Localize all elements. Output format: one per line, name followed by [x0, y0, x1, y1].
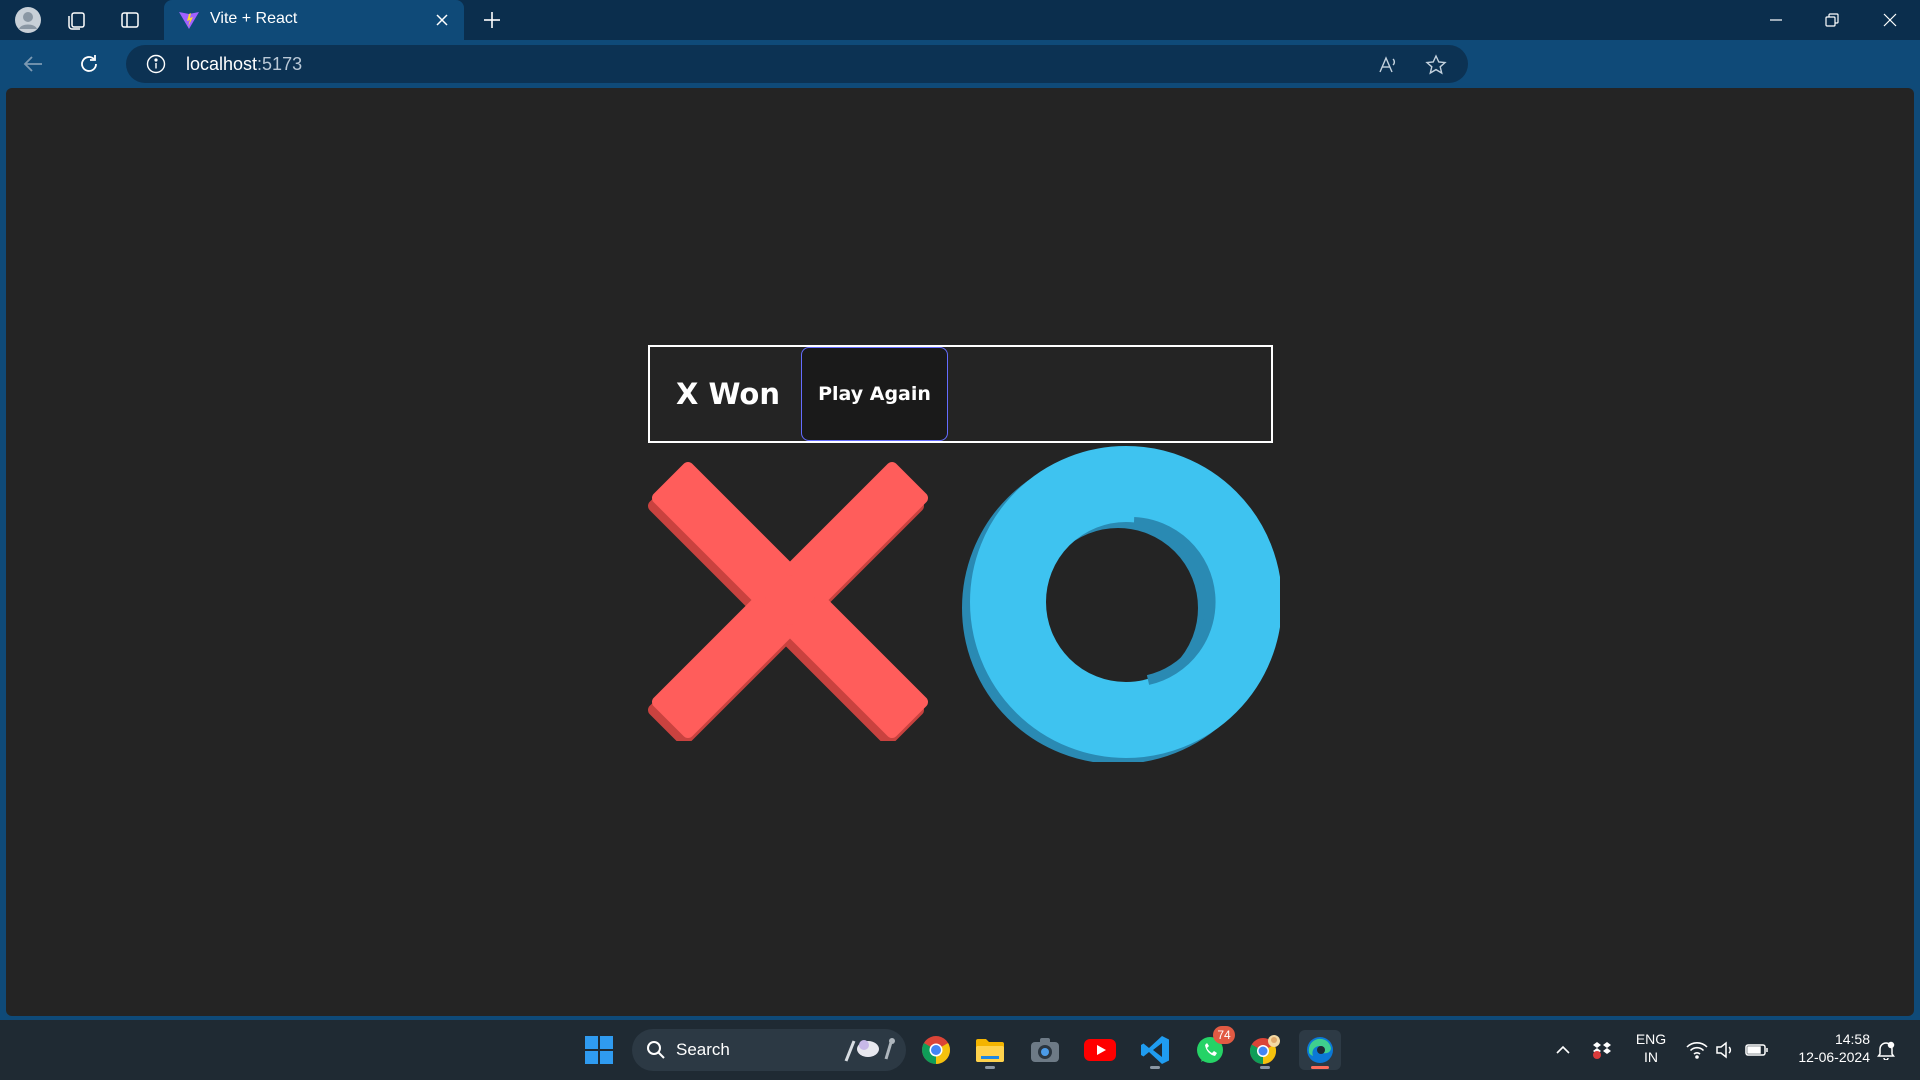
clock-time: 14:58 — [1834, 1031, 1870, 1047]
taskbar-search[interactable]: Search — [632, 1029, 906, 1071]
camera-icon[interactable] — [1024, 1030, 1066, 1070]
window-close-icon[interactable] — [1870, 4, 1910, 36]
restore-icon[interactable] — [1812, 4, 1852, 36]
clock-date: 12-06-2024 — [1798, 1049, 1870, 1065]
whatsapp-icon[interactable]: 74 — [1189, 1026, 1235, 1070]
minimize-icon[interactable] — [1756, 4, 1796, 36]
volume-icon[interactable] — [1714, 1038, 1738, 1062]
chevron-up-icon[interactable] — [1551, 1038, 1575, 1062]
notification-bell-icon[interactable] — [1874, 1038, 1898, 1062]
site-info-icon[interactable] — [146, 54, 166, 74]
x-mark-icon — [648, 456, 933, 746]
battery-icon[interactable] — [1745, 1038, 1769, 1062]
language-region: IN — [1644, 1049, 1658, 1065]
favorite-star-icon[interactable] — [1424, 53, 1448, 77]
o-mark-icon — [960, 442, 1282, 764]
winner-status: X Won — [676, 377, 780, 411]
tab-title: Vite + React — [210, 10, 298, 27]
url-text[interactable]: localhost:5173 — [186, 54, 302, 75]
close-icon[interactable] — [430, 8, 454, 32]
active-tab[interactable]: Vite + React — [164, 0, 464, 40]
browser-title-bar: Vite + React — [0, 0, 1920, 40]
whatsapp-badge: 74 — [1213, 1026, 1235, 1044]
workspaces-icon[interactable] — [62, 6, 90, 34]
chrome-profile-icon[interactable] — [1244, 1030, 1286, 1070]
browser-toolbar: localhost:5173 — [0, 40, 1920, 117]
refresh-icon[interactable] — [74, 50, 104, 78]
back-icon[interactable] — [18, 50, 48, 78]
wifi-icon[interactable] — [1685, 1038, 1709, 1062]
search-label: Search — [676, 1040, 730, 1059]
search-icon — [646, 1040, 666, 1060]
language-code: ENG — [1635, 1031, 1667, 1047]
read-aloud-icon[interactable] — [1376, 53, 1400, 77]
edge-icon[interactable] — [1299, 1030, 1341, 1070]
url-host: localhost — [186, 54, 258, 74]
tab-actions-icon[interactable] — [116, 6, 144, 34]
active-indicator — [1311, 1066, 1329, 1069]
status-bar: X Won Play Again — [648, 345, 1273, 443]
running-indicator — [1150, 1066, 1160, 1069]
vite-logo-icon — [178, 10, 200, 30]
language-indicator[interactable]: ENG IN — [1632, 1030, 1670, 1066]
address-bar[interactable]: localhost:5173 — [126, 45, 1468, 83]
running-indicator — [985, 1066, 995, 1069]
youtube-icon[interactable] — [1079, 1030, 1121, 1070]
profile-icon[interactable] — [14, 6, 42, 34]
system-clock[interactable]: 14:58 12-06-2024 — [1782, 1030, 1870, 1066]
windows-taskbar: Search 74 ENG IN 14:58 12-06-2024 — [0, 1020, 1920, 1080]
new-tab-icon[interactable] — [478, 6, 506, 34]
file-explorer-icon[interactable] — [969, 1030, 1011, 1070]
url-port: :5173 — [257, 54, 303, 74]
windows-start-icon[interactable] — [578, 1030, 620, 1070]
dropbox-icon[interactable] — [1590, 1038, 1614, 1062]
vscode-icon[interactable] — [1134, 1030, 1176, 1070]
search-highlight-icon — [842, 1035, 898, 1065]
play-again-button[interactable]: Play Again — [801, 347, 948, 441]
page-viewport: X Won Play Again — [6, 88, 1914, 1016]
running-indicator — [1260, 1066, 1270, 1069]
chrome-icon[interactable] — [915, 1030, 957, 1070]
